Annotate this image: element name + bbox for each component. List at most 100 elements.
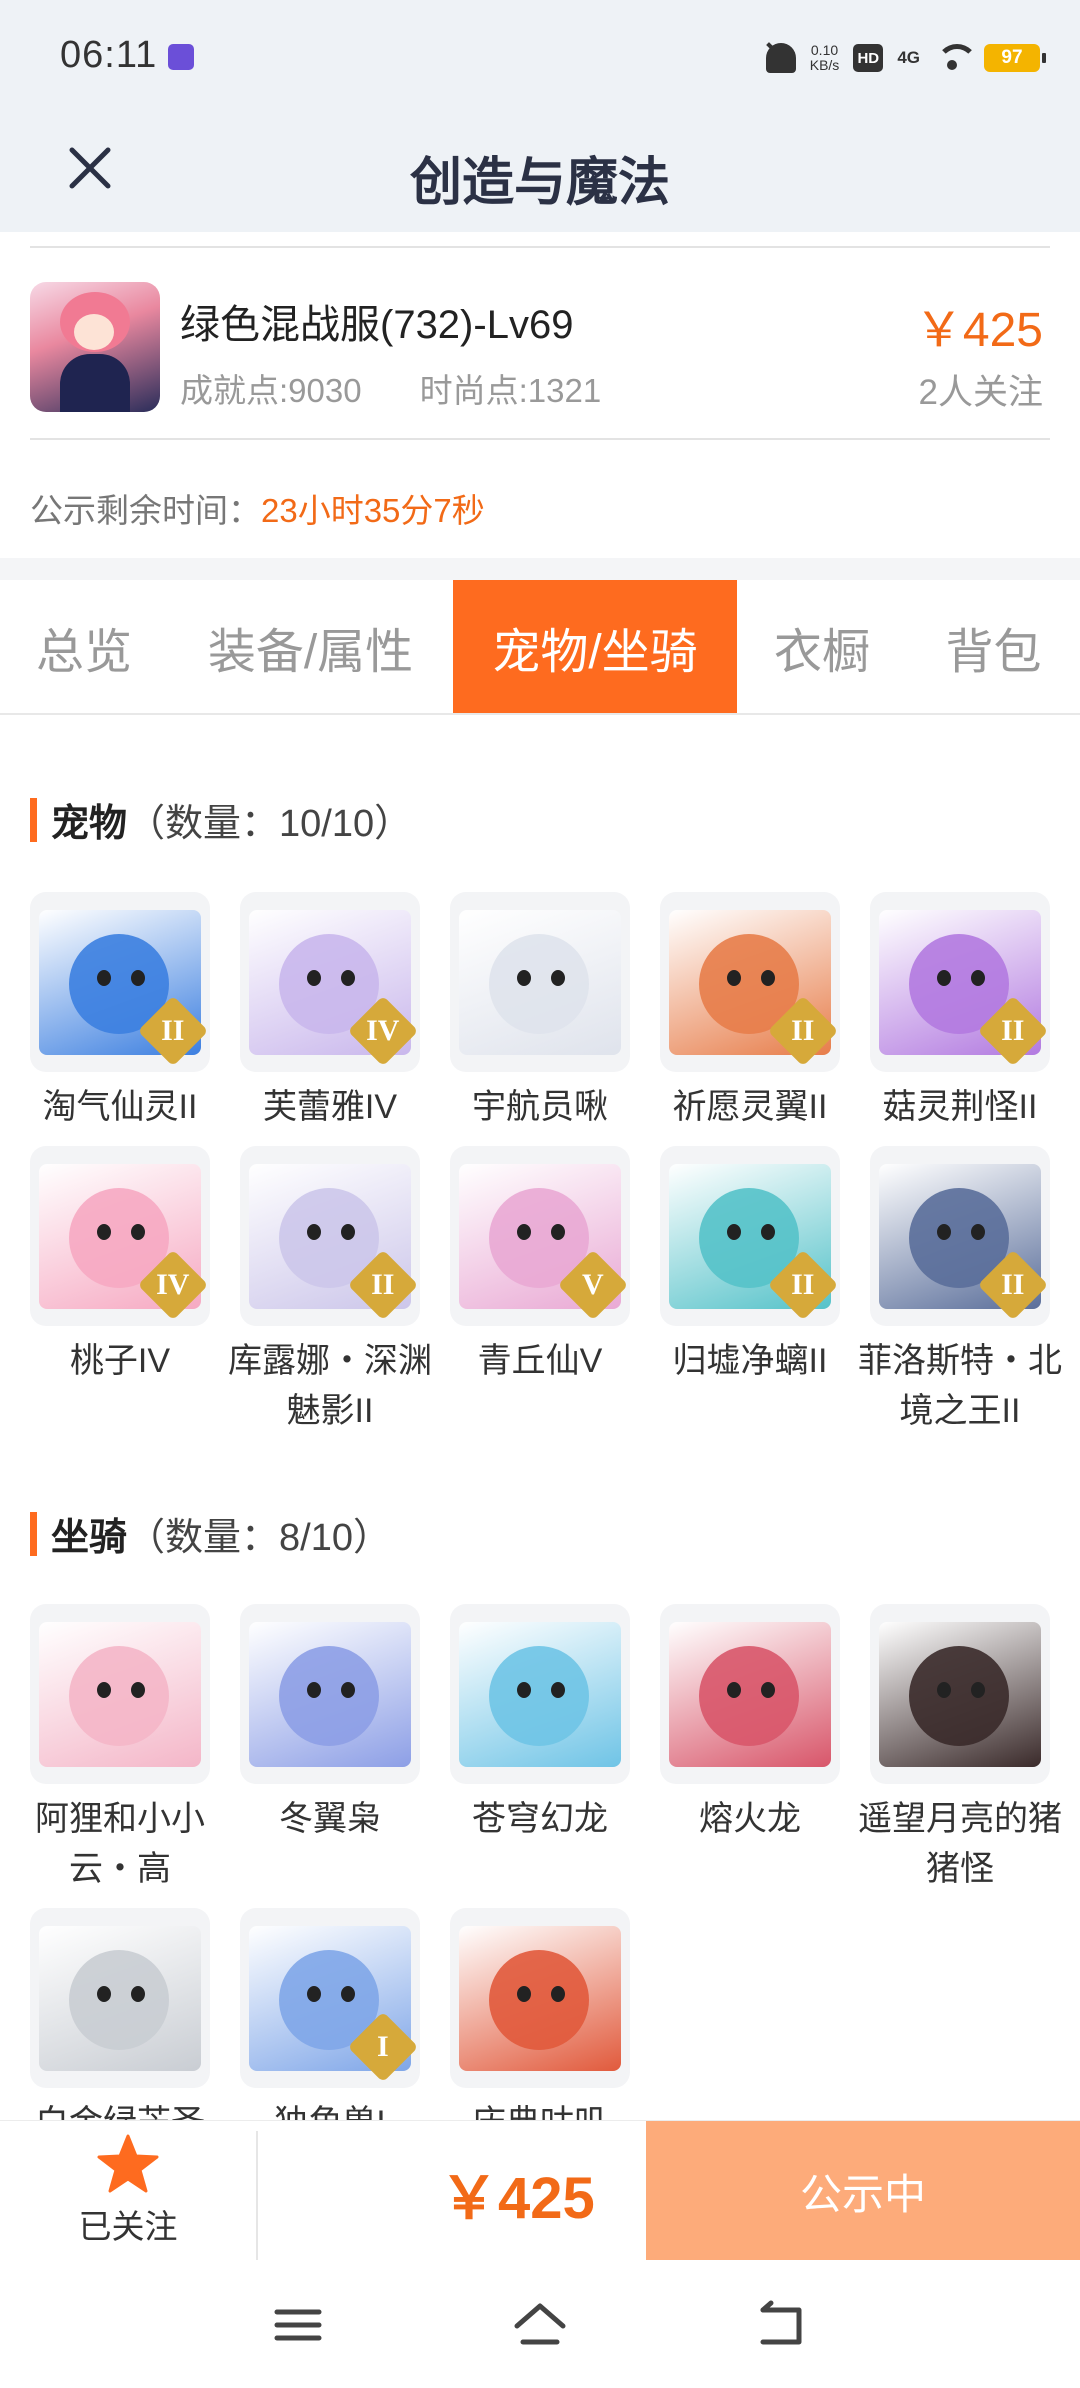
tab-pets-mounts[interactable]: 宠物/坐骑 (453, 580, 737, 713)
status-bar: 06:11 0.10 KB/s HD 4G 97 (0, 0, 1080, 110)
item-thumbnail: I (240, 1908, 420, 2088)
item-art (669, 1621, 831, 1767)
grid-item[interactable]: 苍穹幻龙 (450, 1604, 630, 1894)
grid-item[interactable]: 阿狸和小小云・高 (30, 1604, 210, 1894)
item-name: 菲洛斯特・北境之王II (858, 1342, 1062, 1430)
grid-item[interactable]: 宇航员啾 (450, 892, 630, 1132)
item-name: 淘气仙灵II (42, 1088, 198, 1126)
follow-label: 已关注 (78, 2208, 178, 2245)
battery-icon: 97 (984, 44, 1046, 72)
back-nav-button[interactable] (740, 2290, 820, 2360)
item-art (459, 1621, 621, 1767)
status-time: 06:11 (60, 34, 158, 76)
grid-item[interactable]: II 祈愿灵翼II (660, 892, 840, 1132)
item-thumbnail: IV (30, 1146, 210, 1326)
rank-label: V (582, 1267, 604, 1301)
back-icon (760, 2300, 802, 2345)
character-avatar (30, 282, 160, 412)
item-name: 苍穹幻龙 (472, 1800, 608, 1838)
follower-count: 2人关注 (918, 373, 1043, 412)
menu-nav-button[interactable] (258, 2290, 338, 2360)
item-name: 青丘仙V (477, 1342, 603, 1380)
fashion-points: 时尚点:1321 (419, 372, 602, 409)
item-thumbnail (450, 892, 630, 1072)
wifi-icon (934, 44, 978, 72)
rank-label: II (1001, 1013, 1025, 1047)
item-thumbnail (870, 1604, 1050, 1784)
grid-item[interactable]: 熔火龙 (660, 1604, 840, 1894)
rank-label: I (377, 2030, 389, 2063)
menu-icon (274, 2309, 322, 2341)
heading-accent-bar (30, 797, 37, 842)
page-title: 创造与魔法 (409, 154, 670, 212)
item-thumbnail: IV (240, 892, 420, 1072)
item-thumbnail (660, 1604, 840, 1784)
mute-bell-icon (765, 43, 796, 73)
pets-count: （数量：10/10） (127, 803, 413, 845)
grid-item[interactable]: I独角兽I (240, 1908, 420, 2148)
grid-item[interactable]: IV 芙蕾雅IV (240, 892, 420, 1132)
bottom-price: ￥425 (440, 2166, 595, 2231)
rank-label: IV (366, 1014, 400, 1047)
grid-item[interactable]: 庆典咕叽 (450, 1908, 630, 2148)
item-art (39, 1925, 201, 2071)
listing-title: 绿色混战服(732)-Lv69 (180, 303, 574, 347)
bottom-action-bar: 已关注 ￥425 公示中 (0, 2120, 1080, 2261)
grid-item[interactable]: II 库露娜・深渊魅影II (228, 1146, 432, 1436)
notification-app-icon (168, 44, 194, 70)
section-gap (0, 558, 1080, 580)
item-thumbnail: II (870, 1146, 1050, 1326)
divider-bottom (30, 438, 1050, 440)
grid-item[interactable]: 冬翼枭 (240, 1604, 420, 1894)
grid-item[interactable]: II 淘气仙灵II (30, 892, 210, 1132)
follow-button[interactable]: 已关注 (0, 2121, 256, 2261)
grid-item[interactable]: II 归墟净螭II (660, 1146, 840, 1436)
item-art (459, 1925, 621, 2071)
item-name: 宇航员啾 (472, 1088, 608, 1126)
hd-icon: HD (853, 44, 884, 72)
status-icons: 0.10 KB/s HD 4G 97 (765, 38, 1046, 78)
countdown: 公示剩余时间：23小时35分7秒 (30, 484, 485, 532)
listing-price: ￥425 (914, 304, 1043, 357)
item-name: 阿狸和小小云・高 (35, 1800, 205, 1888)
tab-equipment[interactable]: 装备/属性 (168, 580, 453, 713)
item-name: 遥望月亮的猪猪怪 (858, 1800, 1062, 1888)
net-speed: 0.10 KB/s (810, 43, 840, 73)
mounts-grid: 阿狸和小小云・高 冬翼枭 苍穹幻龙 熔火龙 遥望月亮的猪猪怪白金绿芒圣I独角兽I庆典咕叽 (30, 1604, 1062, 2148)
grid-item[interactable]: IV 桃子IV (30, 1146, 210, 1436)
grid-item[interactable]: II 菲洛斯特・北境之王II (858, 1146, 1062, 1436)
rank-label: II (791, 1267, 815, 1301)
tab-overview[interactable]: 总览 (0, 580, 168, 713)
item-thumbnail: II (660, 892, 840, 1072)
item-art (249, 1621, 411, 1767)
grid-item[interactable]: V 青丘仙V (450, 1146, 630, 1436)
item-thumbnail: V (450, 1146, 630, 1326)
rank-label: II (161, 1013, 185, 1047)
tab-bar: 总览 装备/属性 宠物/坐骑 衣橱 背包 (0, 580, 1080, 715)
achievement-points: 成就点:9030 (180, 372, 362, 409)
item-name: 冬翼枭 (279, 1800, 381, 1838)
item-thumbnail: II (660, 1146, 840, 1326)
pets-title: 宠物 (51, 803, 128, 845)
countdown-value: 23小时35分7秒 (261, 492, 485, 529)
item-art (39, 1621, 201, 1767)
grid-item[interactable]: II 菇灵荆怪II (870, 892, 1050, 1132)
pets-grid: II 淘气仙灵II IV 芙蕾雅IV 宇航员啾 II 祈愿灵翼II II 菇灵荆怪II IV 桃子I… (30, 892, 1062, 1436)
system-nav-bar (0, 2260, 1080, 2388)
mounts-title: 坐骑 (51, 1517, 128, 1559)
publicity-status-button[interactable]: 公示中 (646, 2121, 1080, 2261)
rank-label: II (791, 1013, 815, 1047)
item-name: 库露娜・深渊魅影II (228, 1342, 432, 1430)
item-name: 熔火龙 (699, 1800, 801, 1838)
item-name: 桃子IV (69, 1342, 171, 1380)
grid-item[interactable]: 白金绿芒圣 (30, 1908, 210, 2148)
tab-wardrobe[interactable]: 衣橱 (737, 580, 907, 713)
tab-backpack[interactable]: 背包 (907, 580, 1080, 713)
item-thumbnail (30, 1604, 210, 1784)
listing-stats: 成就点:9030 时尚点:1321 (180, 364, 601, 412)
home-nav-button[interactable] (500, 2290, 580, 2360)
item-name: 祈愿灵翼II (672, 1088, 828, 1126)
rank-label: II (1001, 1267, 1025, 1301)
item-name: 菇灵荆怪II (882, 1088, 1038, 1126)
grid-item[interactable]: 遥望月亮的猪猪怪 (858, 1604, 1062, 1894)
